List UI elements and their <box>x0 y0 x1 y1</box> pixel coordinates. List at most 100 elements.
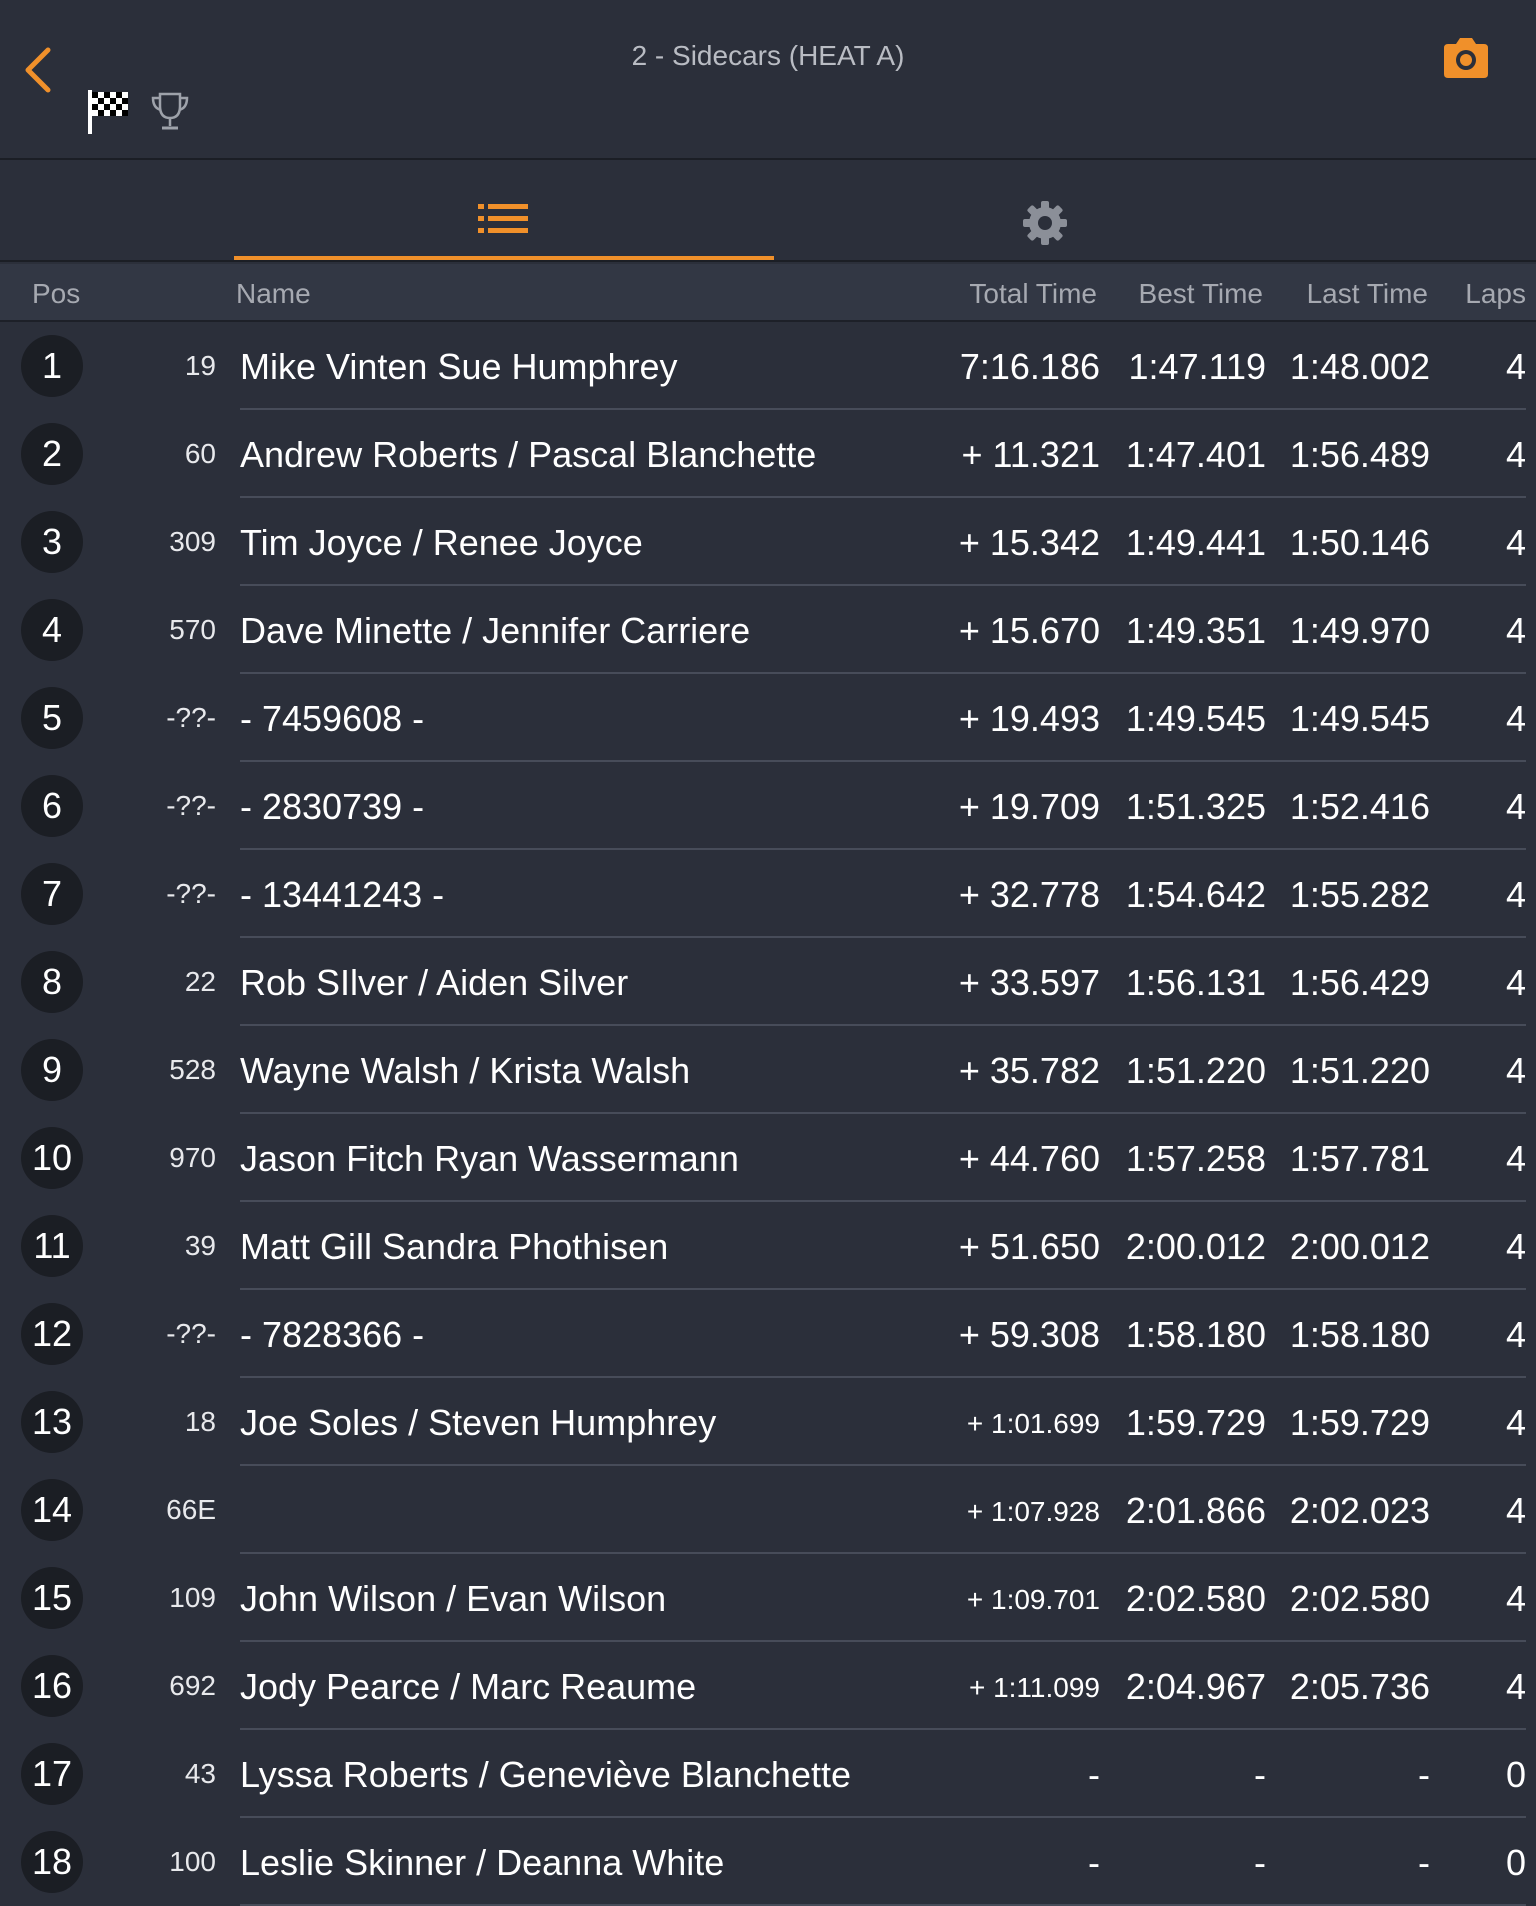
table-row[interactable]: 12 -??- - 7828366 - + 59.308 1:58.180 1:58.18… <box>0 1290 1536 1378</box>
racer-name: Tim Joyce / Renee Joyce <box>240 522 643 563</box>
best-time: 2:02.580 <box>1125 1578 1266 1619</box>
tab-selected-indicator <box>234 256 774 260</box>
last-time: 1:52.416 <box>1289 786 1430 827</box>
position-badge: 6 <box>21 775 83 837</box>
total-time: + 1:09.701 <box>966 1584 1100 1615</box>
column-header-last-time: Last Time <box>1306 278 1428 309</box>
table-row[interactable]: 15 109 John Wilson / Evan Wilson + 1:09.701… <box>0 1554 1536 1642</box>
total-time: + 1:11.099 <box>968 1672 1100 1703</box>
table-row[interactable]: 3 309 Tim Joyce / Renee Joyce + 15.342 1:49.… <box>0 498 1536 586</box>
tab-bar <box>0 162 1536 262</box>
table-row[interactable]: 13 18 Joe Soles / Steven Humphrey + 1:01.69… <box>0 1378 1536 1466</box>
laps-count: 4 <box>1505 1226 1526 1267</box>
racer-number: 692 <box>169 1670 216 1701</box>
total-time: + 19.493 <box>958 698 1100 739</box>
best-time: 1:58.180 <box>1125 1314 1266 1355</box>
racer-number: 19 <box>184 350 216 381</box>
best-time: 1:59.729 <box>1125 1402 1266 1443</box>
column-header-name: Name <box>236 278 311 309</box>
last-time: 2:02.023 <box>1289 1490 1430 1531</box>
table-row[interactable]: 17 43 Lyssa Roberts / Geneviève Blanchette… <box>0 1730 1536 1818</box>
table-row[interactable]: 9 528 Wayne Walsh / Krista Walsh + 35.782 1:… <box>0 1026 1536 1114</box>
table-row[interactable]: 16 692 Jody Pearce / Marc Reaume + 1:11.099… <box>0 1642 1536 1730</box>
table-row[interactable]: 5 -??- - 7459608 - + 19.493 1:49.545 1:49.545… <box>0 674 1536 762</box>
best-time: 1:47.119 <box>1128 346 1266 387</box>
tab-settings[interactable] <box>775 162 1315 260</box>
total-time: - <box>1088 1754 1100 1795</box>
last-time: 2:05.736 <box>1289 1666 1430 1707</box>
best-time: 1:47.401 <box>1125 434 1266 475</box>
table-row[interactable]: 4 570 Dave Minette / Jennifer Carriere + 15… <box>0 586 1536 674</box>
laps-count: 4 <box>1505 698 1526 739</box>
racer-name: Mike Vinten Sue Humphrey <box>240 346 678 387</box>
best-time: - <box>1254 1754 1266 1795</box>
trophy-icon[interactable] <box>148 90 192 134</box>
total-time: + 15.670 <box>958 610 1100 651</box>
page-title: 2 - Sidecars (HEAT A) <box>631 40 905 71</box>
racer-name: - 7459608 - <box>240 698 425 739</box>
racer-number: 528 <box>169 1054 216 1085</box>
column-header-best-time: Best Time <box>1138 278 1263 309</box>
racer-number: 22 <box>184 966 216 997</box>
tab-results-list[interactable] <box>234 162 774 260</box>
racer-name: Jody Pearce / Marc Reaume <box>240 1666 697 1707</box>
racer-number: -??- <box>166 790 216 821</box>
racer-name: Wayne Walsh / Krista Walsh <box>240 1050 691 1091</box>
racer-number: 100 <box>169 1846 216 1877</box>
racer-number: 60 <box>184 438 216 469</box>
racer-number: 43 <box>184 1758 216 1789</box>
table-row[interactable]: 8 22 Rob SIlver / Aiden Silver + 33.597 1:56… <box>0 938 1536 1026</box>
laps-count: 4 <box>1505 1050 1526 1091</box>
checkered-flag-icon[interactable] <box>86 88 132 136</box>
laps-count: 4 <box>1505 434 1526 475</box>
racer-number: 18 <box>184 1406 216 1437</box>
position-badge: 4 <box>21 599 83 661</box>
total-time: + 35.782 <box>958 1050 1100 1091</box>
table-header: Pos Name Total Time Best Time Last Time … <box>0 264 1536 322</box>
laps-count: 4 <box>1505 1314 1526 1355</box>
laps-count: 4 <box>1505 874 1526 915</box>
table-row[interactable]: 1 19 Mike Vinten Sue Humphrey 7:16.186 1:47.… <box>0 322 1536 410</box>
total-time: + 1:07.928 <box>966 1496 1100 1527</box>
table-row[interactable]: 6 -??- - 2830739 - + 19.709 1:51.325 1:52.416… <box>0 762 1536 850</box>
table-row[interactable]: 11 39 Matt Gill Sandra Phothisen + 51.650 2:… <box>0 1202 1536 1290</box>
racer-name: - 2830739 - <box>240 786 425 827</box>
position-badge: 5 <box>21 687 83 749</box>
table-row[interactable]: 7 -??- - 13441243 - + 32.778 1:54.642 1:55.28… <box>0 850 1536 938</box>
last-time: 1:58.180 <box>1289 1314 1430 1355</box>
position-badge: 7 <box>21 863 83 925</box>
laps-count: 0 <box>1505 1754 1526 1795</box>
best-time: 1:56.131 <box>1125 962 1266 1003</box>
best-time: 2:01.866 <box>1125 1490 1266 1531</box>
results-screen: 2 - Sidecars (HEAT A) Pos Name Total Tim… <box>0 0 1536 1906</box>
laps-count: 4 <box>1505 1402 1526 1443</box>
table-row[interactable]: 18 100 Leslie Skinner / Deanna White - - - 0 <box>0 1818 1536 1906</box>
camera-icon[interactable] <box>1440 36 1492 80</box>
table-row[interactable]: 2 60 Andrew Roberts / Pascal Blanchette + 1… <box>0 410 1536 498</box>
total-time: + 1:01.699 <box>966 1408 1100 1439</box>
total-time: + 59.308 <box>958 1314 1100 1355</box>
best-time: 1:49.441 <box>1125 522 1266 563</box>
table-row[interactable]: 10 970 Jason Fitch Ryan Wassermann + 44.760… <box>0 1114 1536 1202</box>
laps-count: 4 <box>1505 962 1526 1003</box>
laps-count: 4 <box>1505 1138 1526 1179</box>
racer-name: John Wilson / Evan Wilson <box>240 1578 667 1619</box>
racer-number: 970 <box>169 1142 216 1173</box>
last-time: 2:02.580 <box>1289 1578 1430 1619</box>
position-badge: 11 <box>21 1215 83 1277</box>
laps-count: 4 <box>1505 786 1526 827</box>
racer-name: - 13441243 - <box>240 874 445 915</box>
column-header-total-time: Total Time <box>969 278 1097 309</box>
laps-count: 0 <box>1505 1842 1526 1883</box>
best-time: 1:49.351 <box>1125 610 1266 651</box>
table-row[interactable]: 14 66E + 1:07.928 2:01.866 2:02.023 4 <box>0 1466 1536 1554</box>
racer-name: Andrew Roberts / Pascal Blanchette <box>240 434 817 475</box>
last-time: 1:50.146 <box>1289 522 1430 563</box>
last-time: 1:56.489 <box>1289 434 1430 475</box>
last-time: 1:59.729 <box>1289 1402 1430 1443</box>
racer-number: -??- <box>166 1318 216 1349</box>
racer-name: Matt Gill Sandra Phothisen <box>240 1226 669 1267</box>
position-badge: 16 <box>21 1655 83 1717</box>
column-header-laps: Laps <box>1465 278 1526 309</box>
racer-number: 570 <box>169 614 216 645</box>
